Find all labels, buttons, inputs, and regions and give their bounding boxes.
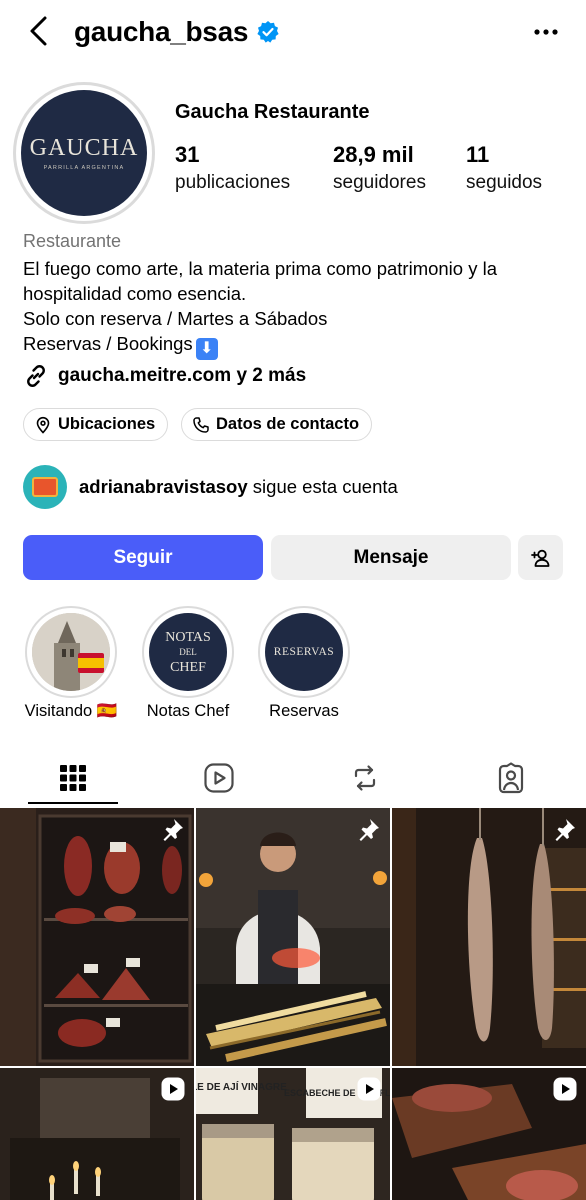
followers-label: seguidores: [333, 172, 426, 193]
location-pin-icon: [36, 416, 50, 434]
bio-line: Reservas / Bookings: [23, 333, 193, 354]
reel-icon: [161, 1077, 185, 1101]
tagged-person-icon: [498, 762, 524, 794]
profile-bio: El fuego como arte, la materia prima com…: [23, 256, 573, 360]
active-tab-indicator: [28, 802, 118, 804]
highlight-cover: RESERVAS: [265, 613, 343, 691]
post-thumbnail[interactable]: PICKLE DE AJÍ VINAGRE ESCABECHE DE COLIF…: [196, 1068, 390, 1200]
locations-button[interactable]: Ubicaciones: [23, 408, 169, 441]
following-count: 11: [466, 142, 490, 167]
following-label: seguidos: [466, 172, 543, 193]
building-photo-icon: [32, 613, 110, 691]
followed-by-row[interactable]: adrianabravistasoy sigue esta cuenta: [23, 465, 398, 509]
bio-line: Solo con reserva / Martes a Sábados: [23, 308, 328, 329]
link-text: gaucha.meitre.com y 2 más: [58, 365, 307, 386]
cover-text: RESERVAS: [273, 645, 335, 658]
cover-text: NOTAS: [165, 629, 211, 645]
username: gaucha_bsas: [74, 16, 249, 47]
pin-icon: [163, 819, 183, 841]
tab-tagged[interactable]: [438, 750, 584, 806]
contact-button[interactable]: Datos de contacto: [181, 408, 373, 441]
followers-stat[interactable]: 28,9 mil seguidores: [333, 141, 426, 197]
posts-stat[interactable]: 31 publicaciones: [175, 141, 290, 197]
pin-icon: [555, 819, 575, 841]
verified-badge-icon: [257, 21, 279, 43]
posts-count: 31: [175, 142, 200, 167]
profile-avatar[interactable]: GAUCHA PARRILLA ARGENTINA: [21, 90, 147, 216]
cover-text: DEL: [179, 646, 197, 657]
cured-sausages-photo: [392, 808, 586, 1066]
avatar-logo-subtext: PARRILLA ARGENTINA: [43, 165, 125, 171]
locations-label: Ubicaciones: [58, 415, 156, 433]
reels-icon: [204, 763, 234, 793]
reel-icon: [553, 1077, 577, 1101]
profile-tabs: [0, 750, 586, 806]
profile-category: Restaurante: [23, 231, 122, 251]
tab-reels[interactable]: [146, 750, 292, 806]
bio-line: hospitalidad como esencia.: [23, 283, 247, 304]
repost-icon: [354, 765, 376, 791]
highlight-label: Reservas: [269, 702, 339, 720]
reel-icon: [357, 1077, 381, 1101]
suggest-users-button[interactable]: [518, 535, 563, 580]
highlight-label: Notas Chef: [146, 702, 230, 720]
highlight-ring: [25, 606, 117, 698]
followed-by-text: adrianabravistasoy sigue esta cuenta: [79, 476, 398, 498]
more-options-icon[interactable]: [530, 18, 562, 46]
cover-text: CHEF: [170, 659, 206, 675]
back-arrow-icon[interactable]: [26, 14, 54, 48]
bio-link[interactable]: gaucha.meitre.com y 2 más: [23, 363, 306, 389]
pin-icon: [359, 819, 379, 841]
highlight-notas-chef[interactable]: NOTAS DEL CHEF Notas Chef: [142, 606, 234, 720]
grid-icon: [60, 765, 86, 791]
tab-reposts[interactable]: [292, 750, 438, 806]
post-thumbnail[interactable]: [392, 808, 586, 1066]
phone-icon: [193, 416, 209, 433]
highlight-label: Visitando 🇪🇸: [24, 702, 118, 720]
post-thumbnail[interactable]: [392, 1068, 586, 1200]
dry-aged-meat-photo: [0, 808, 194, 1066]
chef-grilling-photo: [196, 808, 390, 1066]
link-icon: [27, 365, 45, 387]
follower-username: adrianabravistasoy: [79, 476, 248, 497]
post-thumbnail[interactable]: [0, 808, 194, 1066]
avatar-logo-text: GAUCHA: [29, 135, 139, 161]
follow-button[interactable]: Seguir: [23, 535, 263, 580]
top-bar: gaucha_bsas: [0, 0, 586, 64]
bio-line-last: Reservas / Bookings ⬇: [23, 331, 573, 360]
highlight-visitando[interactable]: Visitando 🇪🇸: [25, 606, 117, 720]
bio-line: El fuego como arte, la materia prima com…: [23, 258, 498, 279]
jar-label-1: PICKLE DE AJÍ VINAGRE: [196, 1080, 287, 1093]
tab-posts-grid[interactable]: [0, 750, 146, 806]
highlight-reservas[interactable]: RESERVAS Reservas: [258, 606, 350, 720]
message-button[interactable]: Mensaje: [271, 535, 511, 580]
highlight-ring: RESERVAS: [258, 606, 350, 698]
posts-label: publicaciones: [175, 172, 291, 193]
post-thumbnail[interactable]: [0, 1068, 194, 1200]
followers-count: 28,9 mil: [333, 142, 414, 167]
highlight-ring: NOTAS DEL CHEF: [142, 606, 234, 698]
display-name: Gaucha Restaurante: [175, 101, 370, 123]
contact-label: Datos de contacto: [216, 415, 360, 433]
following-stat[interactable]: 11 seguidos: [466, 141, 542, 197]
follower-avatar: [23, 465, 67, 509]
followed-by-suffix: sigue esta cuenta: [247, 476, 398, 497]
post-thumbnail[interactable]: [196, 808, 390, 1066]
add-person-icon: [530, 549, 549, 567]
highlight-cover-image: [32, 613, 110, 691]
down-arrow-emoji: ⬇: [195, 338, 218, 360]
highlight-cover: NOTAS DEL CHEF: [149, 613, 227, 691]
username-block: gaucha_bsas: [74, 12, 280, 52]
